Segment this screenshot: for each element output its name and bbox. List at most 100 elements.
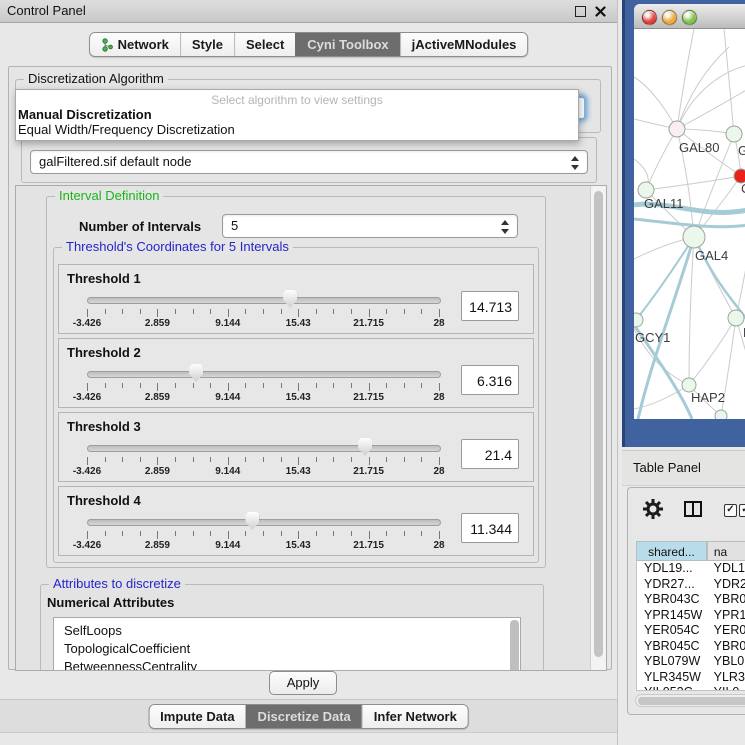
tab-network[interactable]: Network [90,33,180,56]
table-row[interactable]: YIL052CYIL0 [637,685,745,691]
zoom-traffic-light-icon[interactable] [682,10,697,25]
slider-track[interactable] [87,297,441,304]
tab-discretize-data[interactable]: Discretize Data [246,705,362,728]
checkbox-icon[interactable]: ✓ [739,504,745,517]
table-row[interactable]: YBR043CYBR0 [637,592,745,608]
network-canvas[interactable]: GAL80GACGAL11GAL4GCY1HHAP2 [634,29,745,419]
tick-mark [140,457,141,462]
tick-mark [87,383,88,391]
minimize-traffic-light-icon[interactable] [662,10,677,25]
slider-thumb[interactable] [245,512,259,530]
tick-mark [245,457,246,462]
network-edge[interactable] [689,237,694,385]
network-edge[interactable] [646,176,741,190]
network-edge-highlighted[interactable] [636,237,694,320]
tick-mark [105,383,106,388]
slider-track[interactable] [87,445,441,452]
tick-mark [369,383,370,391]
tick-mark [369,457,370,465]
network-node[interactable] [728,310,744,326]
tab-jactivemnodules[interactable]: jActiveMNodules [400,33,528,56]
threshold-value-field[interactable]: 6.316 [461,365,519,395]
threshold-value-field[interactable]: 14.713 [461,291,519,321]
tick-mark [316,309,317,314]
tick-mark [105,531,106,536]
slider-track[interactable] [87,519,441,526]
float-window-icon[interactable] [575,6,586,17]
tab-select[interactable]: Select [234,33,295,56]
slider-track[interactable] [87,371,441,378]
table-data-value: galFiltered.sif default node [39,154,191,169]
list-scrollbar[interactable] [510,620,519,671]
column-header-shared[interactable]: shared... [636,541,707,561]
threshold-value-field[interactable]: 21.4 [461,439,519,469]
scrollbar-thumb[interactable] [638,697,745,705]
tab-impute-data[interactable]: Impute Data [149,705,245,728]
network-node[interactable] [634,313,643,327]
table-row[interactable]: YBL079WYBL0 [637,654,745,670]
table-rows: YDL19...YDL1 YDR27...YDR2 YBR043CYBR0 YP… [636,561,745,691]
table-data-combobox[interactable]: galFiltered.sif default node [30,150,588,174]
slider-thumb[interactable] [358,438,372,456]
control-panel-titlebar: Control Panel [0,0,617,23]
number-of-intervals-value: 5 [231,218,238,233]
node-label: GAL11 [644,196,684,211]
column-header-name[interactable]: na [707,541,745,561]
number-of-intervals-combobox[interactable]: 5 [222,214,518,238]
slider-thumb[interactable] [283,290,297,308]
table-row[interactable]: YLR345WYLR3 [637,670,745,686]
network-edge[interactable] [646,129,677,190]
tab-infer-network[interactable]: Infer Network [362,705,468,728]
slider-thumb[interactable] [189,364,203,382]
tab-style[interactable]: Style [180,33,234,56]
network-edge-highlighted[interactable] [638,237,694,419]
tab-cyni-toolbox[interactable]: Cyni Toolbox [295,33,399,56]
tick-label: 2.859 [145,466,170,477]
table-row[interactable]: YDL19...YDL1 [637,561,745,577]
table-header-row: shared... na [636,541,745,561]
split-columns-icon[interactable] [684,501,702,517]
network-node[interactable] [726,126,742,142]
network-edge[interactable] [689,318,736,385]
close-traffic-light-icon[interactable] [642,10,657,25]
tick-mark [263,457,264,462]
close-icon[interactable] [595,6,606,17]
network-node[interactable] [683,226,705,248]
threshold-value-field[interactable]: 11.344 [461,513,519,543]
table-row[interactable]: YER054CYER0 [637,623,745,639]
network-node[interactable] [715,410,727,419]
checkbox-icon[interactable]: ✓ [724,504,737,517]
gear-icon[interactable] [642,498,664,520]
tick-label: 28 [433,392,444,403]
scrollbar-thumb[interactable] [594,191,603,657]
tick-label: 28 [433,540,444,551]
network-edge[interactable] [724,29,734,134]
cell: YLR345W [637,670,706,686]
network-edge-highlighted[interactable] [634,219,745,227]
table-horizontal-scrollbar[interactable] [635,694,745,707]
dropdown-item-equal-width[interactable]: Equal Width/Frequency Discretization [18,122,235,137]
threshold-3-box: Threshold 3 -3.4262.8599.14415.4321.7152… [58,412,534,482]
numerical-attributes-list[interactable]: SelfLoops TopologicalCoefficient Between… [53,617,521,671]
table-row[interactable]: YPR145WYPR1 [637,608,745,624]
tick-label: 9.144 [215,392,240,403]
node-label: GCY1 [635,330,670,345]
table-row[interactable]: YBR045CYBR0 [637,639,745,655]
tick-mark [369,309,370,317]
network-node[interactable] [669,121,685,137]
apply-button[interactable]: Apply [269,671,337,695]
threshold-label: Threshold 3 [67,419,141,434]
settings-vertical-scrollbar[interactable] [590,186,606,670]
list-item[interactable]: BetweennessCentrality [64,658,520,671]
tick-mark [87,457,88,465]
cyni-content: Discretization Algorithm Select algorith… [8,66,612,670]
list-item[interactable]: TopologicalCoefficient [64,640,520,658]
network-window-frame: GAL80GACGAL11GAL4GCY1HHAP2 [622,0,745,447]
list-item[interactable]: SelfLoops [64,622,520,640]
dropdown-item-manual-discretization[interactable]: Manual Discretization [18,107,152,122]
network-edge[interactable] [677,129,734,134]
table-row[interactable]: YDR27...YDR2 [637,577,745,593]
network-edge[interactable] [634,77,677,129]
network-edge[interactable] [677,47,729,129]
network-edge[interactable] [677,29,694,129]
